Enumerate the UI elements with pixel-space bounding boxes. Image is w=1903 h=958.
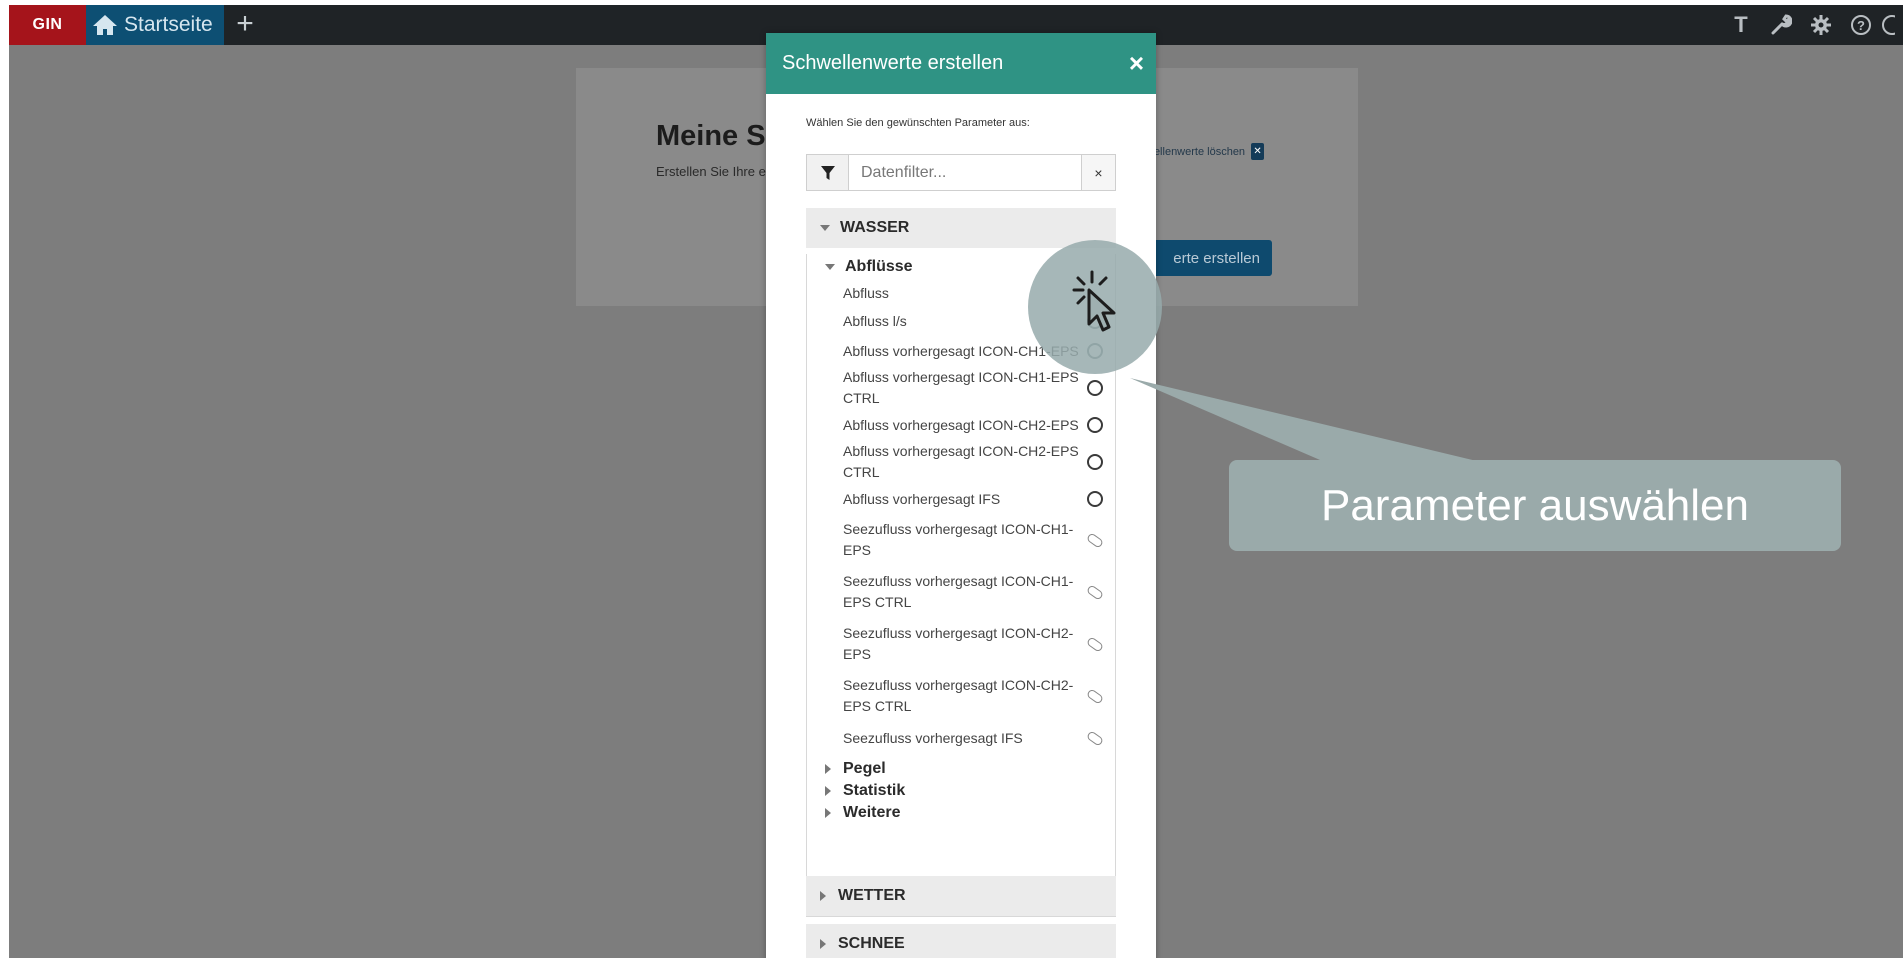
wrench-icon[interactable] bbox=[1761, 5, 1801, 45]
parameter-label: Abfluss vorhergesagt ICON-CH1-EPS CTRL bbox=[843, 369, 1079, 406]
pill-icon bbox=[1085, 687, 1105, 705]
list-item[interactable]: Seezufluss vorhergesagt ICON-CH2-EPS CTR… bbox=[807, 670, 1115, 722]
delete-thresholds-label: wellenwerte löschen bbox=[1146, 145, 1246, 158]
pill-icon bbox=[1085, 635, 1105, 653]
caret-right-icon bbox=[820, 939, 826, 949]
pill-icon bbox=[1085, 729, 1105, 747]
data-filter-input[interactable] bbox=[849, 155, 1081, 190]
text-icon[interactable]: T bbox=[1721, 5, 1761, 45]
page-title: Meine S bbox=[656, 120, 766, 152]
tab-label: Startseite bbox=[124, 13, 213, 36]
group-label: SCHNEE bbox=[838, 935, 905, 952]
list-item[interactable]: Abfluss vorhergesagt ICON-CH2-EPS bbox=[807, 410, 1115, 440]
radio-icon[interactable] bbox=[1087, 454, 1103, 470]
parameter-label: Seezufluss vorhergesagt ICON-CH1-EPS bbox=[843, 521, 1074, 558]
list-item[interactable]: Abfluss vorhergesagt ICON-CH2-EPS CTRL bbox=[807, 440, 1115, 484]
parameter-label: Seezufluss vorhergesagt ICON-CH2-EPS CTR… bbox=[843, 677, 1074, 714]
caret-right-icon bbox=[825, 764, 831, 774]
caret-right-icon bbox=[820, 891, 826, 901]
cursor-icon bbox=[1072, 270, 1116, 332]
list-item[interactable]: Seezufluss vorhergesagt ICON-CH2-EPS bbox=[807, 618, 1115, 670]
collapsed-subgroups: Pegel Statistik Weitere bbox=[807, 754, 1115, 836]
parameter-label: Abfluss vorhergesagt ICON-CH2-EPS bbox=[843, 416, 1079, 433]
trash-icon: ✕ bbox=[1251, 143, 1265, 160]
add-tab-button[interactable]: + bbox=[231, 9, 259, 39]
group-header-wetter[interactable]: WETTER bbox=[806, 876, 1116, 916]
caret-down-icon bbox=[820, 225, 830, 231]
group-wetter: WETTER bbox=[806, 876, 1116, 916]
data-filter: × bbox=[806, 154, 1116, 191]
create-thresholds-button[interactable]: erte erstellen bbox=[1146, 240, 1272, 276]
group-schnee: SCHNEE bbox=[806, 924, 1116, 958]
caret-right-icon bbox=[825, 808, 831, 818]
parameter-label: Seezufluss vorhergesagt ICON-CH2-EPS bbox=[843, 625, 1074, 662]
gear-icon[interactable] bbox=[1801, 5, 1841, 45]
list-item[interactable]: Seezufluss vorhergesagt ICON-CH1-EPS CTR… bbox=[807, 566, 1115, 618]
subgroup-label: Statistik bbox=[843, 782, 906, 799]
brand-logo[interactable]: GIN bbox=[9, 5, 86, 45]
subgroup-label: Pegel bbox=[843, 760, 886, 777]
list-item[interactable]: Abfluss vorhergesagt ICON-CH1-EPS CTRL bbox=[807, 366, 1115, 410]
radio-icon[interactable] bbox=[1087, 417, 1103, 433]
dialog-instruction: Wählen Sie den gewünschten Parameter aus… bbox=[806, 117, 1030, 129]
funnel-icon[interactable] bbox=[807, 155, 849, 190]
list-item[interactable]: Seezufluss vorhergesagt IFS bbox=[807, 722, 1115, 754]
list-item[interactable]: Abfluss vorhergesagt IFS bbox=[807, 484, 1115, 514]
dialog-header: Schwellenwerte erstellen × bbox=[766, 33, 1156, 94]
list-item[interactable]: Seezufluss vorhergesagt ICON-CH1-EPS bbox=[807, 514, 1115, 566]
callout-tooltip: Parameter auswählen bbox=[1229, 460, 1841, 551]
group-label: WETTER bbox=[838, 887, 906, 904]
tab-startseite[interactable]: Startseite bbox=[86, 5, 224, 45]
subgroup-header-statistik[interactable]: Statistik bbox=[807, 780, 1115, 802]
parameter-label: Seezufluss vorhergesagt ICON-CH1-EPS CTR… bbox=[843, 573, 1074, 610]
parameter-label: Abfluss vorhergesagt IFS bbox=[843, 490, 1001, 507]
clear-filter-button[interactable]: × bbox=[1081, 155, 1115, 190]
group-header-schnee[interactable]: SCHNEE bbox=[806, 924, 1116, 958]
pill-icon bbox=[1085, 531, 1105, 549]
subgroup-label: Weitere bbox=[843, 804, 901, 821]
page-subtitle: Erstellen Sie Ihre e bbox=[656, 164, 766, 179]
radio-icon[interactable] bbox=[1087, 491, 1103, 507]
pill-icon bbox=[1085, 583, 1105, 601]
group-header-wasser[interactable]: WASSER bbox=[806, 208, 1116, 248]
subgroup-header-weitere[interactable]: Weitere bbox=[807, 802, 1115, 824]
subgroup-header-pegel[interactable]: Pegel bbox=[807, 758, 1115, 780]
group-label: WASSER bbox=[840, 219, 910, 236]
radio-icon[interactable] bbox=[1087, 380, 1103, 396]
parameter-label: Seezufluss vorhergesagt IFS bbox=[843, 729, 1023, 746]
dialog-title: Schwellenwerte erstellen bbox=[782, 52, 1004, 74]
svg-text:?: ? bbox=[1857, 18, 1865, 33]
help-icon[interactable]: ? bbox=[1841, 5, 1881, 45]
home-icon bbox=[93, 15, 117, 35]
delete-thresholds-link[interactable]: wellenwerte löschen ✕ bbox=[1146, 143, 1265, 160]
subgroup-label: Abflüsse bbox=[845, 258, 913, 275]
caret-down-icon bbox=[825, 264, 835, 270]
caret-right-icon bbox=[825, 786, 831, 796]
close-icon[interactable]: × bbox=[1129, 46, 1144, 80]
info-icon[interactable] bbox=[1881, 5, 1903, 45]
parameter-label: Abfluss vorhergesagt ICON-CH2-EPS CTRL bbox=[843, 443, 1079, 480]
create-thresholds-dialog: Schwellenwerte erstellen × Wählen Sie de… bbox=[766, 33, 1156, 958]
toolbar-right: T ? bbox=[1721, 5, 1903, 45]
